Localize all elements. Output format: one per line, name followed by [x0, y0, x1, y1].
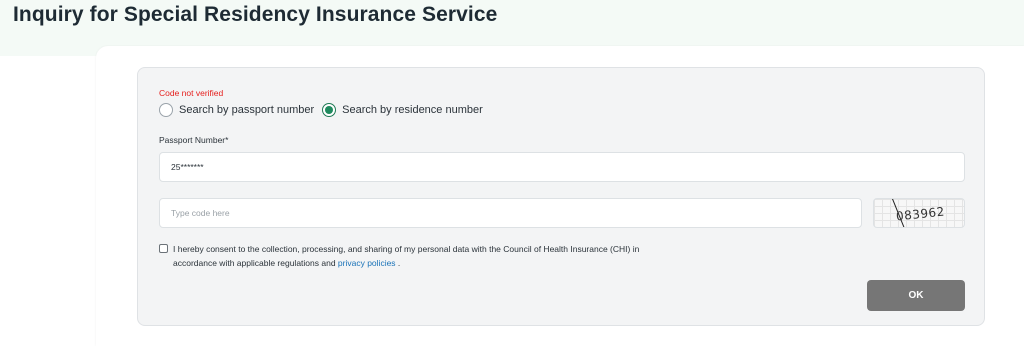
captcha-code-input[interactable]	[159, 198, 862, 228]
consent-text-end: .	[395, 258, 401, 268]
consent-text-main: I hereby consent to the collection, proc…	[173, 244, 640, 268]
captcha-text: 083962	[895, 204, 946, 224]
consent-checkbox[interactable]	[159, 244, 168, 253]
search-type-group: Search by passport number Search by resi…	[159, 103, 491, 117]
radio-label-passport: Search by passport number	[179, 104, 315, 116]
verification-error: Code not verified	[159, 88, 224, 98]
page-title: Inquiry for Special Residency Insurance …	[13, 3, 498, 26]
radio-label-residence: Search by residence number	[342, 104, 483, 116]
ok-button[interactable]: OK	[867, 280, 965, 311]
radio-search-by-residence[interactable]: Search by residence number	[322, 103, 483, 117]
passport-number-label: Passport Number*	[159, 135, 229, 145]
consent-row: I hereby consent to the collection, proc…	[159, 242, 663, 270]
radio-unchecked-icon[interactable]	[159, 103, 173, 117]
passport-number-input[interactable]	[159, 152, 965, 182]
radio-search-by-passport[interactable]: Search by passport number	[159, 103, 314, 117]
captcha-image: 083962	[873, 198, 965, 228]
privacy-policies-link[interactable]: privacy policies	[338, 258, 396, 268]
inquiry-form-card: Code not verified Search by passport num…	[137, 67, 985, 326]
radio-checked-icon[interactable]	[322, 103, 337, 117]
consent-text: I hereby consent to the collection, proc…	[173, 242, 663, 270]
